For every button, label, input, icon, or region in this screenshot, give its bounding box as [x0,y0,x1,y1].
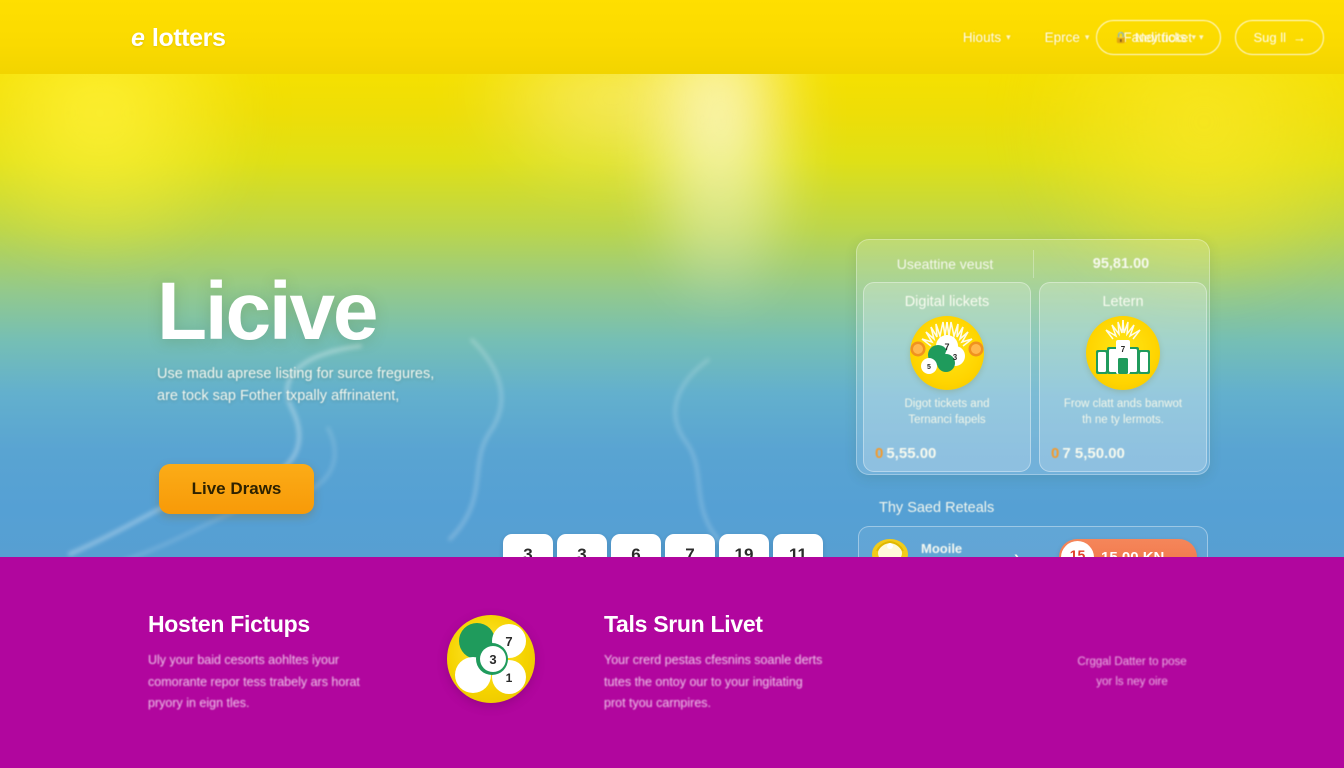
offer-card-title: Letern [1102,294,1144,310]
svg-text:5: 5 [927,364,931,371]
svg-text:1: 1 [506,671,513,685]
new-ticket-button[interactable]: 🔒 Ney ficket ▾ [1096,19,1222,55]
number-ball[interactable]: 11 [773,534,823,557]
brand-mark-icon: e [131,24,145,52]
saved-result-row[interactable]: LOTTO Mooile Nonber 390 › 15 NR 15,00 KN [859,527,1207,557]
offer-card-title: Digital lickets [904,294,990,310]
hero-subtitle: Use madu aprese listing for surce fregur… [157,363,577,408]
chevron-down-icon: ▾ [1084,31,1090,42]
lottery-balls-coins-icon: 7 3 5 [910,316,984,390]
footer-body-one-line2: comorante repor tess trabely ars horat [148,674,360,689]
footer-note-line2: yor ls ney oire [1096,675,1168,688]
price-currency-mark: 0 [875,445,884,462]
page-root: e lotters Hiouts ▾ Eprce ▾ Fandituots ▾ … [0,0,1344,768]
offers-panel: Useattine veust 95,81.00 Digital lickets [856,239,1210,475]
offer-card-desc-line1: Digot tickets and [904,398,990,410]
topnav-item-eprce[interactable]: Eprce ▾ [1045,30,1090,45]
chevron-down-icon: ▾ [1006,31,1011,42]
saved-result-text: Mooile Nonber 390 [921,541,992,557]
number-ball[interactable]: 6 [611,534,661,557]
footer-body-two-line1: Your crerd pestas cfesnins soanle derts [604,653,823,667]
offer-card-price: 0 5,55.00 [875,445,936,462]
price-value: 7 5,50.00 [1062,445,1125,462]
offer-card-description: Frow clatt ands banwot th ne ty lermots. [1048,397,1198,428]
footer-title-two: Tals Srun Livet [604,611,763,637]
svg-text:7: 7 [505,634,512,649]
hero-subtitle-line1: Use madu aprese listing for surce fregur… [157,366,435,382]
glow-left-decoration [0,74,260,274]
offer-card-letern[interactable]: Letern 7 Frow clatt ands banwot th ne ty… [1039,282,1207,472]
arrow-right-icon: → [1293,29,1306,45]
footer-title-one: Hosten Fictups [148,611,310,637]
topnav-label: Hiouts [962,29,1002,45]
offer-card-description: Digot tickets and Ternanci fapels [872,397,1022,428]
panel-header-left-label: Useattine veust [896,256,994,272]
number-ball[interactable]: 19 [719,534,769,557]
chevron-down-icon: ▾ [1198,31,1204,42]
lottery-number-grid: 3 3 6 7 19 11 11 12 23 28 21 23 [503,534,823,557]
svg-text:7: 7 [1121,345,1126,354]
swirl-decoration-right [448,338,722,544]
live-draws-label: Live Draws [191,479,282,498]
hero-section: Licive Use madu aprese listing for surce… [0,74,1344,557]
sign-in-button[interactable]: Sug ll → [1235,19,1324,55]
footer-body-one: Uly your baid cesorts aohltes iyour como… [148,650,448,715]
footer-body-one-line1: Uly your baid cesorts aohltes iyour [148,653,340,667]
top-action-buttons: 🔒 Ney ficket ▾ Sug ll → [1096,0,1324,74]
number-ball[interactable]: 3 [503,534,553,557]
number-ball[interactable]: 7 [665,534,715,557]
svg-text:7: 7 [944,342,949,352]
footer-note: Crggal Datter to pose yor ls ney oire [1032,653,1232,692]
footer-section: Hosten Fictups Uly your baid cesorts aoh… [0,557,1344,768]
lottery-tickets-icon: 7 [1086,316,1160,390]
offer-card-desc-line1: Frow clatt ands banwot [1063,398,1183,410]
footer-body-two-line2: tutes the ontoy our to your ingitating [604,674,803,689]
footer-body-two: Your crerd pestas cfesnins soanle derts … [604,650,894,715]
number-ball[interactable]: 3 [557,534,607,557]
topnav-item-hiouts[interactable]: Hiouts ▾ [963,30,1011,45]
hero-title: Licive [157,266,378,357]
top-header-bar: e lotters Hiouts ▾ Eprce ▾ Fandituots ▾ … [0,0,1344,74]
saved-result-box: LOTTO Mooile Nonber 390 › 15 NR 15,00 KN [858,526,1208,557]
saved-price-label: 15,00 KN [1101,548,1165,558]
svg-text:3: 3 [953,353,958,362]
saved-result-line1: Mooile [921,541,963,557]
hero-subtitle-line2: are tock sap Fother txpally affrinatent, [157,388,400,405]
brand-name: lotters [151,24,226,52]
price-currency-mark: 0 [1051,445,1060,462]
saved-price-pill[interactable]: 15 NR 15,00 KN [1059,539,1197,557]
saved-results-title: Thy Saed Reteals [879,500,995,516]
topnav-label: Eprce [1044,29,1080,45]
footer-note-line1: Crggal Datter to pose [1077,656,1187,668]
price-badge-number: 15 [1069,546,1086,558]
footer-column-one: Hosten Fictups Uly your baid cesorts aoh… [148,611,448,715]
lottery-balls-circle-icon: 7 3 1 [447,615,535,703]
new-ticket-label: Ney ficket [1134,29,1192,45]
offer-card-price: 0 7 5,50.00 [1051,445,1125,462]
offer-card-desc-line2: th ne ty lermots. [1082,413,1164,426]
svg-text:3: 3 [489,652,496,667]
footer-column-two: Tals Srun Livet Your crerd pestas cfesni… [604,611,894,715]
price-value: 5,55.00 [886,445,937,462]
offer-cards: Digital lickets 7 3 5 Digot tickets and … [863,282,1207,472]
live-draws-button[interactable]: Live Draws [159,464,314,514]
lottery-emblem-icon: LOTTO [869,537,911,557]
chevron-right-icon[interactable]: › [1014,547,1020,557]
offer-card-digital-tickets[interactable]: Digital lickets 7 3 5 Digot tickets and … [863,282,1031,472]
price-number-badge: 15 NR [1061,540,1094,558]
offer-card-desc-line2: Ternanci fapels [908,413,986,426]
footer-body-two-line3: prot tyou carnpires. [604,696,711,710]
brand-logo[interactable]: e lotters [131,24,226,53]
lock-icon: 🔒 [1114,31,1128,44]
offers-panel-header: Useattine veust 95,81.00 [857,240,1209,288]
footer-column-three: Crggal Datter to pose yor ls ney oire [1032,653,1232,692]
sign-in-label: Sug ll [1253,29,1286,45]
footer-body-one-line3: pryory in eign tles. [148,696,250,710]
panel-header-amount: 95,81.00 [1092,256,1150,272]
